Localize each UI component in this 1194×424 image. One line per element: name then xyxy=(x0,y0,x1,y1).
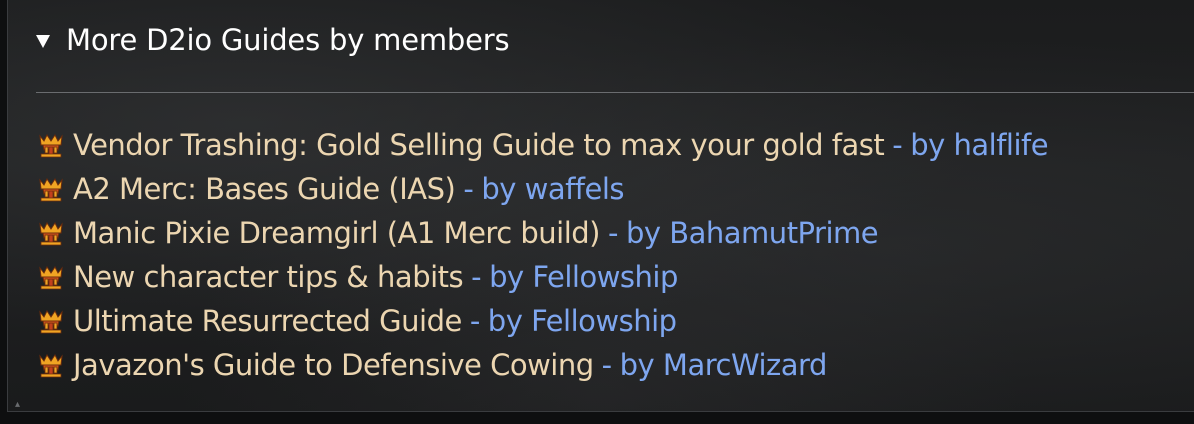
guide-list-item: Ultimate Resurrected Guide - by Fellowsh… xyxy=(38,299,1048,343)
guide-list-item: Vendor Trashing: Gold Selling Guide to m… xyxy=(38,123,1049,167)
guide-list: Vendor Trashing: Gold Selling Guide to m… xyxy=(38,123,1049,387)
author-separator: - xyxy=(892,128,903,162)
author-separator: - xyxy=(471,260,482,294)
guide-author-link[interactable]: by waffels xyxy=(481,172,624,206)
guide-title-link[interactable]: A2 Merc: Bases Guide (IAS) xyxy=(73,172,456,206)
guides-panel: More D2io Guides by members Vendor Trash… xyxy=(7,0,1194,412)
guide-title-link[interactable]: Ultimate Resurrected Guide xyxy=(73,304,462,338)
guide-author-link[interactable]: by MarcWizard xyxy=(620,348,828,382)
section-divider xyxy=(36,92,1194,93)
author-separator: - xyxy=(469,304,480,338)
helmet-crown-icon xyxy=(39,178,63,202)
author-separator: - xyxy=(601,348,612,382)
helmet-crown-icon xyxy=(39,222,63,246)
guide-list-item: New character tips & habits - by Fellows… xyxy=(38,255,1048,299)
helmet-crown-icon xyxy=(39,134,63,158)
guide-list-item: Javazon's Guide to Defensive Cowing - by… xyxy=(38,343,1048,387)
guide-title-link[interactable]: Manic Pixie Dreamgirl (A1 Merc build) xyxy=(73,216,600,250)
scroll-corner-mark: ▴ xyxy=(15,399,21,410)
author-separator: - xyxy=(463,172,474,206)
helmet-crown-icon xyxy=(39,310,63,334)
helmet-crown-icon xyxy=(39,266,63,290)
guide-author-link[interactable]: by BahamutPrime xyxy=(626,216,879,250)
guide-author-link[interactable]: by Fellowship xyxy=(488,304,677,338)
section-title: More D2io Guides by members xyxy=(66,23,510,57)
guide-author-link[interactable]: by halflife xyxy=(910,128,1048,162)
author-separator: - xyxy=(607,216,618,250)
guide-title-link[interactable]: Javazon's Guide to Defensive Cowing xyxy=(73,348,594,382)
helmet-crown-icon xyxy=(39,354,63,378)
disclosure-triangle-icon[interactable] xyxy=(36,34,50,48)
guide-list-item: Manic Pixie Dreamgirl (A1 Merc build) - … xyxy=(38,211,1048,255)
guide-author-link[interactable]: by Fellowship xyxy=(489,260,678,294)
section-toggle[interactable]: More D2io Guides by members xyxy=(36,18,510,62)
guide-title-link[interactable]: New character tips & habits xyxy=(73,260,464,294)
guide-title-link[interactable]: Vendor Trashing: Gold Selling Guide to m… xyxy=(73,128,885,162)
guide-list-item: A2 Merc: Bases Guide (IAS) - by waffels xyxy=(38,167,1048,211)
